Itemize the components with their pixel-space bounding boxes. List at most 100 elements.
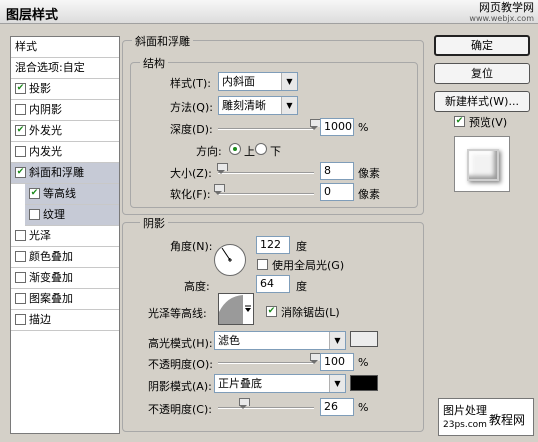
checkbox-bevel-emboss[interactable]: ✔: [15, 166, 26, 178]
angle-label: 角度(N):: [170, 240, 213, 253]
depth-input[interactable]: 1000: [320, 118, 354, 136]
angle-dial[interactable]: [214, 244, 246, 276]
shadow-mode-select[interactable]: 正片叠底 ▼: [214, 374, 346, 393]
highlight-opacity-label: 不透明度(O):: [148, 358, 213, 371]
checkbox-color-overlay[interactable]: [15, 250, 26, 262]
list-item-contour[interactable]: ✔ 等高线: [25, 184, 119, 205]
highlight-mode-select[interactable]: 滤色 ▼: [214, 331, 346, 350]
highlight-opacity-slider-thumb[interactable]: [310, 353, 321, 364]
antialias-checkbox[interactable]: ✔: [266, 306, 277, 317]
reset-button[interactable]: 复位: [434, 63, 530, 84]
highlight-opacity-slider-track[interactable]: [218, 362, 314, 364]
list-item-stroke[interactable]: 描边: [11, 310, 119, 331]
layer-style-dialog: 图层样式 网页教学网 www.webjx.com 样式 混合选项:自定 ✔ 投影 …: [0, 0, 538, 442]
checkbox-contour[interactable]: ✔: [29, 187, 40, 199]
checkbox-drop-shadow[interactable]: ✔: [15, 82, 26, 94]
size-label: 大小(Z):: [170, 167, 212, 180]
size-slider-thumb[interactable]: [216, 163, 228, 174]
preview-swatch: [467, 149, 499, 181]
list-item-label: 渐变叠加: [29, 271, 73, 284]
shadow-opacity-label: 不透明度(C):: [148, 403, 212, 416]
highlight-mode-label: 高光模式(H):: [148, 337, 213, 350]
checkbox-satin[interactable]: [15, 229, 26, 241]
style-select[interactable]: 内斜面 ▼: [218, 72, 298, 91]
chevron-down-icon: ▼: [281, 97, 297, 114]
soften-slider-track[interactable]: [218, 193, 314, 195]
list-item-label: 描边: [29, 313, 51, 326]
soften-slider-thumb[interactable]: [214, 184, 225, 195]
checkbox-inner-glow[interactable]: [15, 145, 26, 157]
list-item-label: 颜色叠加: [29, 250, 73, 263]
list-item-label: 样式: [15, 40, 37, 53]
list-item-texture[interactable]: 纹理: [25, 205, 119, 226]
global-light-label: 使用全局光(G): [272, 259, 345, 272]
ok-button[interactable]: 确定: [434, 35, 530, 56]
watermark-top: 网页教学网 www.webjx.com: [469, 2, 534, 24]
angle-input[interactable]: 122: [256, 236, 290, 254]
shadow-mode-value: 正片叠底: [218, 377, 262, 390]
shadow-opacity-input[interactable]: 26: [320, 398, 354, 416]
depth-unit: %: [358, 121, 369, 134]
list-item-label: 外发光: [29, 124, 62, 137]
list-item-gradient-overlay[interactable]: 渐变叠加: [11, 268, 119, 289]
watermark-bottom-line2: 23ps.com: [443, 420, 487, 430]
global-light-checkbox[interactable]: [257, 259, 268, 270]
depth-slider-thumb[interactable]: [310, 119, 321, 130]
list-item-styles[interactable]: 样式: [11, 37, 119, 58]
bevel-emboss-title: 斜面和浮雕: [132, 33, 193, 49]
watermark-top-line2: www.webjx.com: [469, 14, 534, 23]
technique-select[interactable]: 雕刻清晰 ▼: [218, 96, 298, 115]
style-label: 样式(T):: [170, 77, 212, 90]
angle-dial-indicator: [221, 247, 232, 262]
watermark-bottom-line3: 教程网: [489, 413, 526, 427]
soften-unit: 像素: [358, 188, 380, 201]
altitude-input[interactable]: 64: [256, 275, 290, 293]
list-item-inner-glow[interactable]: 内发光: [11, 142, 119, 163]
list-item-bevel-emboss[interactable]: ✔ 斜面和浮雕: [11, 163, 119, 184]
size-input[interactable]: 8: [320, 162, 354, 180]
list-item-satin[interactable]: 光泽: [11, 226, 119, 247]
soften-input[interactable]: 0: [320, 183, 354, 201]
list-item-outer-glow[interactable]: ✔ 外发光: [11, 121, 119, 142]
size-slider-track[interactable]: [218, 172, 314, 174]
checkbox-outer-glow[interactable]: ✔: [15, 124, 26, 136]
direction-up-radio[interactable]: [229, 143, 241, 155]
direction-down-radio[interactable]: [255, 143, 267, 155]
new-style-button[interactable]: 新建样式(W)...: [434, 91, 530, 112]
style-select-value: 内斜面: [222, 75, 255, 88]
shadow-opacity-slider-thumb[interactable]: [238, 398, 250, 409]
shadow-color-swatch[interactable]: [350, 375, 378, 391]
list-item-drop-shadow[interactable]: ✔ 投影: [11, 79, 119, 100]
checkbox-gradient-overlay[interactable]: [15, 271, 26, 283]
gloss-contour-label: 光泽等高线:: [148, 307, 207, 320]
preview-label: 预览(V): [469, 116, 508, 129]
shadow-opacity-slider-track[interactable]: [218, 407, 314, 409]
shading-title: 阴影: [140, 215, 168, 231]
checkbox-stroke[interactable]: [15, 313, 26, 325]
depth-label: 深度(D):: [170, 123, 213, 136]
list-item-label: 斜面和浮雕: [29, 166, 84, 179]
direction-up-label: 上: [244, 145, 255, 158]
direction-label: 方向:: [196, 145, 222, 158]
angle-unit: 度: [296, 240, 307, 253]
list-item-blending-options[interactable]: 混合选项:自定: [11, 58, 119, 79]
highlight-color-swatch[interactable]: [350, 331, 378, 347]
list-item-inner-shadow[interactable]: 内阴影: [11, 100, 119, 121]
list-item-color-overlay[interactable]: 颜色叠加: [11, 247, 119, 268]
contour-curve-icon: [219, 295, 251, 324]
checkbox-texture[interactable]: [29, 208, 40, 220]
title-bar: 图层样式 网页教学网 www.webjx.com: [0, 0, 538, 24]
checkbox-pattern-overlay[interactable]: [15, 292, 26, 304]
highlight-opacity-input[interactable]: 100: [320, 353, 354, 371]
direction-down-label: 下: [270, 145, 281, 158]
depth-slider-track[interactable]: [218, 128, 314, 130]
checkbox-inner-shadow[interactable]: [15, 103, 26, 115]
watermark-bottom-line1: 图片处理: [443, 404, 487, 417]
style-preview-thumbnail: [454, 136, 510, 192]
gloss-contour-picker[interactable]: [218, 293, 254, 325]
list-item-pattern-overlay[interactable]: 图案叠加: [11, 289, 119, 310]
list-item-label: 内阴影: [29, 103, 62, 116]
technique-select-value: 雕刻清晰: [222, 99, 266, 112]
styles-list: 样式 混合选项:自定 ✔ 投影 内阴影 ✔ 外发光 内发光 ✔ 斜面和浮雕 ✔ 等高线 …: [10, 36, 120, 434]
preview-checkbox[interactable]: ✔: [454, 116, 465, 127]
